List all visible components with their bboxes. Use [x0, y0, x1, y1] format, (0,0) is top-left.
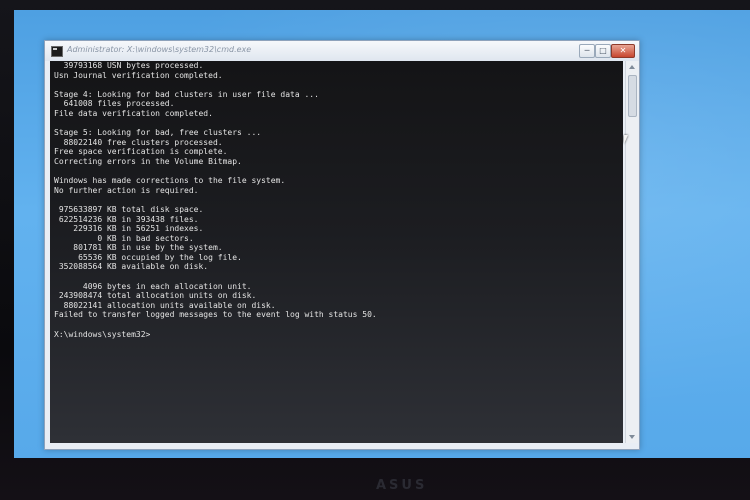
console-line: 0 KB in bad sectors. — [54, 233, 194, 243]
console-line: Failed to transfer logged messages to th… — [54, 310, 377, 320]
console-line: 39793168 USN bytes processed. — [54, 61, 204, 70]
console-output[interactable]: 39793168 USN bytes processed. Usn Journa… — [50, 61, 623, 443]
scrollbar-thumb[interactable] — [628, 75, 637, 117]
minimize-button[interactable]: ─ — [579, 44, 595, 58]
close-button[interactable]: ✕ — [611, 44, 635, 58]
console-line: Free space verification is complete. — [54, 147, 228, 157]
console-line: 4096 bytes in each allocation unit. — [54, 281, 252, 291]
maximize-button[interactable]: □ — [595, 44, 611, 58]
window-title: Administrator: X:\windows\system32\cmd.e… — [67, 45, 252, 54]
console-line: Correcting errors in the Volume Bitmap. — [54, 156, 242, 166]
console-line: Windows has made corrections to the file… — [54, 176, 286, 186]
console-line: 801781 KB in use by the system. — [54, 243, 223, 253]
cmd-window[interactable]: Administrator: X:\windows\system32\cmd.e… — [44, 40, 640, 450]
console-line: 65536 KB occupied by the log file. — [54, 252, 242, 262]
console-line: File data verification completed. — [54, 108, 213, 118]
monitor-screen: Administrator: X:\windows\system32\cmd.e… — [14, 10, 750, 458]
console-line: 975633897 KB total disk space. — [54, 204, 204, 214]
console-line: 229316 KB in 56251 indexes. — [54, 224, 204, 234]
console-text: 39793168 USN bytes processed. Usn Journa… — [54, 61, 619, 339]
console-line: Stage 4: Looking for bad clusters in use… — [54, 89, 319, 99]
console-line: 352088564 KB available on disk. — [54, 262, 209, 272]
console-line: X:\windows\system32> — [54, 329, 151, 339]
console-line: 88022140 free clusters processed. — [54, 137, 223, 147]
monitor-brand-logo: ASUS — [376, 478, 428, 493]
monitor-bezel: Administrator: X:\windows\system32\cmd.e… — [0, 0, 750, 500]
console-line: No further action is required. — [54, 185, 199, 195]
scroll-up-arrow-icon[interactable] — [629, 65, 635, 69]
cmd-icon — [51, 46, 63, 57]
vertical-scrollbar[interactable] — [625, 61, 638, 443]
mouse-pointer-icon — [624, 135, 628, 144]
window-titlebar[interactable]: Administrator: X:\windows\system32\cmd.e… — [45, 41, 639, 61]
console-line: 243908474 total allocation units on disk… — [54, 291, 257, 301]
console-line: Usn Journal verification completed. — [54, 70, 223, 80]
console-line: 641008 files processed. — [54, 99, 175, 109]
console-line: 88022141 allocation units available on d… — [54, 300, 276, 310]
console-line: 622514236 KB in 393438 files. — [54, 214, 199, 224]
console-line: Stage 5: Looking for bad, free clusters … — [54, 128, 262, 138]
scroll-down-arrow-icon[interactable] — [629, 435, 635, 439]
